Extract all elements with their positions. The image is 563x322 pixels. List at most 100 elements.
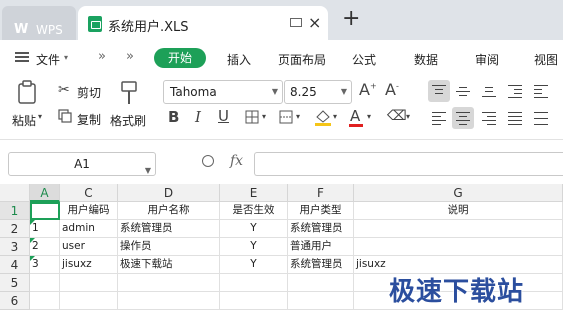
insert-function-icon[interactable]: fx — [230, 153, 243, 169]
format-painter-button[interactable]: 格式刷 — [110, 112, 146, 129]
cell-f2[interactable]: 系统管理员 — [288, 220, 354, 238]
document-tab[interactable]: 系统用户.XLS × — [78, 6, 328, 40]
paste-dropdown-icon[interactable]: ▾ — [38, 112, 42, 121]
cell-d3[interactable]: 操作员 — [118, 238, 220, 256]
toolbar-expand-icon[interactable]: » — [98, 49, 106, 64]
cell-a1[interactable] — [30, 202, 60, 220]
close-tab-icon[interactable]: × — [308, 13, 321, 32]
cut-button[interactable]: 剪切 — [77, 84, 101, 101]
file-dropdown-icon[interactable]: ▾ — [64, 53, 68, 62]
column-header-a[interactable]: A — [30, 184, 60, 202]
paste-button[interactable]: 粘贴 — [12, 112, 36, 129]
cell-f6[interactable] — [288, 292, 354, 310]
font-size-select[interactable]: 8.25 ▼ — [284, 80, 352, 104]
cell-c3[interactable]: user — [60, 238, 118, 256]
menu-insert[interactable]: 插入 — [227, 51, 251, 68]
row-header-3[interactable]: 3 — [0, 238, 30, 256]
fill-color-icon[interactable] — [314, 108, 332, 126]
new-tab-button[interactable]: + — [342, 8, 360, 30]
cell-c1[interactable]: 用户编码 — [60, 202, 118, 220]
menu-file[interactable]: 文件 — [36, 51, 60, 68]
increase-font-icon[interactable]: A+ — [359, 80, 377, 99]
border-icon[interactable] — [245, 110, 259, 124]
cell-e6[interactable] — [220, 292, 288, 310]
hamburger-menu-icon[interactable] — [15, 52, 29, 62]
cell-a3[interactable]: 2 — [30, 238, 60, 256]
cell-c5[interactable] — [60, 274, 118, 292]
menu-review[interactable]: 审阅 — [475, 51, 499, 68]
cell-a6[interactable] — [30, 292, 60, 310]
quick-access-dropdown-icon[interactable]: » — [126, 49, 134, 64]
column-header-c[interactable]: C — [60, 184, 118, 202]
justify-icon[interactable] — [504, 107, 526, 129]
eraser-icon[interactable]: ⌫ — [387, 108, 407, 124]
merge-cells-icon[interactable] — [279, 110, 293, 124]
cell-c2[interactable]: admin — [60, 220, 118, 238]
row-header-6[interactable]: 6 — [0, 292, 30, 310]
cell-d2[interactable]: 系统管理员 — [118, 220, 220, 238]
cell-f3[interactable]: 普通用户 — [288, 238, 354, 256]
merge-dropdown-icon[interactable]: ▾ — [296, 112, 300, 121]
cell-a5[interactable] — [30, 274, 60, 292]
cell-g2[interactable] — [354, 220, 563, 238]
font-color-dropdown-icon[interactable]: ▾ — [367, 112, 371, 121]
row-header-2[interactable]: 2 — [0, 220, 30, 238]
cell-d4[interactable]: 极速下载站 — [118, 256, 220, 274]
menu-formulas[interactable]: 公式 — [352, 51, 376, 68]
zoom-search-icon[interactable] — [202, 155, 214, 167]
cell-d5[interactable] — [118, 274, 220, 292]
copy-button[interactable]: 复制 — [77, 111, 101, 128]
cell-g1[interactable]: 说明 — [354, 202, 563, 220]
cell-c4[interactable]: jisuxz — [60, 256, 118, 274]
cell-e1[interactable]: 是否生效 — [220, 202, 288, 220]
column-header-f[interactable]: F — [288, 184, 354, 202]
cell-e5[interactable] — [220, 274, 288, 292]
cell-f5[interactable] — [288, 274, 354, 292]
align-left-icon[interactable] — [428, 107, 450, 129]
align-top-icon[interactable] — [428, 80, 450, 102]
cell-e4[interactable]: Y — [220, 256, 288, 274]
format-painter-icon[interactable] — [118, 80, 140, 106]
wps-home-tab[interactable]: W WPS — [2, 6, 76, 40]
cell-d6[interactable] — [118, 292, 220, 310]
select-all-corner[interactable] — [0, 184, 30, 202]
cell-d1[interactable]: 用户名称 — [118, 202, 220, 220]
bold-icon[interactable]: B — [168, 108, 179, 126]
cell-f1[interactable]: 用户类型 — [288, 202, 354, 220]
column-header-d[interactable]: D — [118, 184, 220, 202]
italic-icon[interactable]: I — [195, 108, 201, 126]
cell-f4[interactable]: 系统管理员 — [288, 256, 354, 274]
menu-view[interactable]: 视图 — [534, 51, 558, 68]
eraser-dropdown-icon[interactable]: ▾ — [406, 112, 410, 121]
window-mode-icon[interactable] — [290, 18, 302, 27]
row-header-4[interactable]: 4 — [0, 256, 30, 274]
name-box[interactable]: A1 ▼ — [8, 152, 156, 176]
align-middle-icon[interactable] — [452, 80, 474, 102]
underline-icon[interactable]: U — [218, 107, 229, 125]
cell-c6[interactable] — [60, 292, 118, 310]
fill-color-dropdown-icon[interactable]: ▾ — [333, 112, 337, 121]
align-right-icon[interactable] — [478, 107, 500, 129]
cell-g3[interactable] — [354, 238, 563, 256]
cell-a4[interactable]: 3 — [30, 256, 60, 274]
font-name-select[interactable]: Tahoma ▼ — [163, 80, 283, 104]
cell-e3[interactable]: Y — [220, 238, 288, 256]
row-header-1[interactable]: 1 — [0, 202, 30, 220]
column-header-e[interactable]: E — [220, 184, 288, 202]
menu-start[interactable]: 开始 — [154, 48, 206, 68]
row-header-5[interactable]: 5 — [0, 274, 30, 292]
formula-input[interactable] — [254, 152, 563, 176]
paste-icon[interactable] — [16, 80, 40, 106]
cell-e2[interactable]: Y — [220, 220, 288, 238]
decrease-font-icon[interactable]: A- — [385, 80, 399, 99]
border-dropdown-icon[interactable]: ▾ — [262, 112, 266, 121]
cell-a2[interactable]: 1 — [30, 220, 60, 238]
menu-data[interactable]: 数据 — [414, 51, 438, 68]
font-color-icon[interactable]: A — [350, 107, 360, 125]
align-center-icon[interactable] — [452, 107, 474, 129]
align-bottom-icon[interactable] — [478, 80, 500, 102]
decrease-indent-icon[interactable] — [504, 80, 526, 102]
distributed-align-icon[interactable] — [530, 107, 552, 129]
column-header-g[interactable]: G — [354, 184, 563, 202]
increase-indent-icon[interactable] — [530, 80, 552, 102]
